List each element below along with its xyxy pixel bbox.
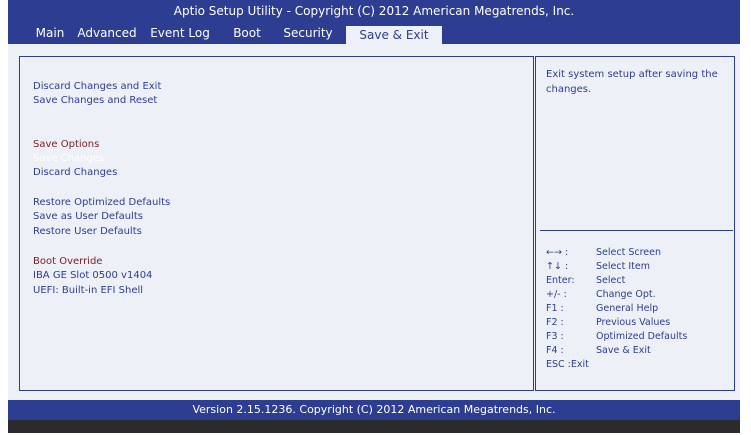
tab-boot[interactable]: Boot: [228, 22, 266, 44]
key-desc-select-item: Select Item: [596, 261, 650, 272]
key-arrows-lr: ←→ :: [546, 247, 569, 258]
key-desc-general-help: General Help: [596, 303, 659, 314]
help-divider: [540, 230, 733, 231]
discard-changes-item[interactable]: Discard Changes: [33, 166, 117, 179]
discard-changes-exit-item[interactable]: Discard Changes and Exit: [33, 80, 161, 93]
key-desc-previous-values: Previous Values: [596, 317, 671, 328]
key-desc-optimized-defaults: Optimized Defaults: [596, 331, 688, 342]
boot-override-efi-shell-item[interactable]: UEFI: Built-in EFI Shell: [33, 284, 143, 297]
boot-override-header: Boot Override: [33, 256, 103, 267]
key-desc-save-exit: Save & Exit: [596, 345, 651, 356]
key-f2: F2 :: [546, 317, 564, 328]
footer-version: Version 2.15.1236. Copyright (C) 2012 Am…: [8, 400, 740, 420]
key-desc-select-screen: Select Screen: [596, 247, 661, 258]
save-changes-reset-item[interactable]: Save Changes and Reset: [33, 94, 157, 107]
key-esc-exit: ESC :Exit: [546, 359, 589, 370]
key-f3: F3 :: [546, 331, 564, 342]
save-options-header: Save Options: [33, 139, 100, 150]
boot-override-iba-item[interactable]: IBA GE Slot 0500 v1404: [33, 269, 152, 282]
tab-advanced[interactable]: Advanced: [76, 22, 138, 44]
tab-main[interactable]: Main: [30, 22, 70, 44]
tab-save-exit[interactable]: Save & Exit: [346, 26, 442, 44]
key-arrows-ud: ↑↓ :: [546, 261, 569, 272]
key-f4: F4 :: [546, 345, 564, 356]
tab-event-log[interactable]: Event Log: [148, 22, 212, 44]
key-desc-change-opt: Change Opt.: [596, 289, 656, 300]
key-f1: F1 :: [546, 303, 564, 314]
key-enter: Enter:: [546, 275, 575, 286]
tab-bar: Main Advanced Event Log Boot Security Sa…: [8, 22, 740, 44]
save-changes-item[interactable]: Save Changes: [33, 152, 104, 165]
help-text: Exit system setup after saving the chang…: [546, 69, 718, 95]
key-desc-select: Select: [596, 275, 626, 286]
save-user-defaults-item[interactable]: Save as User Defaults: [33, 210, 143, 223]
tab-security[interactable]: Security: [278, 22, 338, 44]
key-plus-minus: +/- :: [546, 289, 567, 300]
restore-user-defaults-item[interactable]: Restore User Defaults: [33, 225, 142, 238]
title-bar: Aptio Setup Utility - Copyright (C) 2012…: [8, 0, 740, 22]
restore-optimized-defaults-item[interactable]: Restore Optimized Defaults: [33, 196, 170, 209]
